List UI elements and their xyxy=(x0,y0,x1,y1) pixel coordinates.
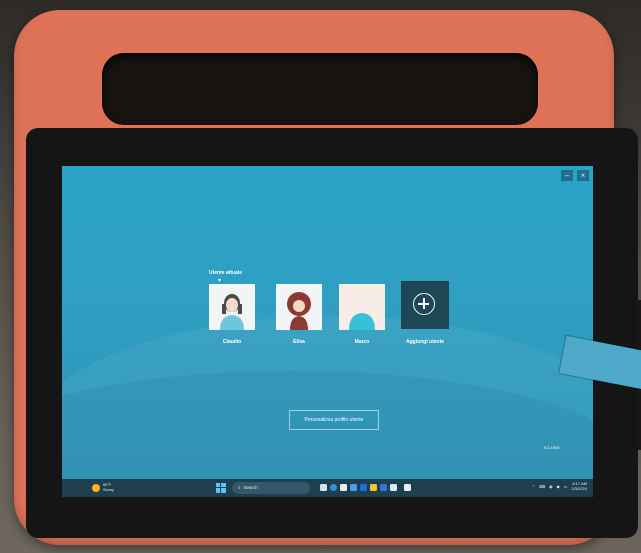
clock-date: 2/3/2024 xyxy=(571,486,587,491)
add-user-button[interactable] xyxy=(401,281,449,329)
weather-widget[interactable]: 60°F Sunny xyxy=(92,483,114,492)
task-view-icon[interactable] xyxy=(320,484,327,491)
store-icon[interactable] xyxy=(360,484,367,491)
customize-profile-button[interactable]: Personalizza profilo utente xyxy=(289,410,379,430)
chevron-up-icon[interactable]: ⌃ xyxy=(532,484,535,489)
user-name-elisa: Elisa xyxy=(293,339,305,345)
close-button[interactable]: × xyxy=(577,170,589,181)
taskbar: 60°F Sunny ⌕ Search ⌃ ⌨ ◉ ◆ ▭ 8:17 AM 2/… xyxy=(62,479,593,497)
version-label: 9.2.1906 xyxy=(544,445,560,450)
edge-icon[interactable] xyxy=(330,484,337,491)
wifi-icon[interactable]: ◉ xyxy=(549,484,553,489)
taskbar-search[interactable]: ⌕ Search xyxy=(232,482,310,494)
chevron-down-icon: ▾ xyxy=(218,278,222,284)
windows-start-icon[interactable] xyxy=(216,483,226,493)
sun-icon xyxy=(92,483,100,492)
search-placeholder: Search xyxy=(243,485,258,490)
person-avatar-icon xyxy=(339,284,385,330)
window-controls: – × xyxy=(561,170,589,181)
keyboard-icon[interactable]: ⌨ xyxy=(539,484,545,489)
mail-icon[interactable] xyxy=(380,484,387,491)
woman-avatar-icon xyxy=(276,284,322,330)
user-name-marco: Marco xyxy=(354,339,370,345)
settings-icon[interactable] xyxy=(390,484,397,491)
clock[interactable]: 8:17 AM 2/3/2024 xyxy=(571,481,587,491)
folder-icon[interactable] xyxy=(370,484,377,491)
tablet-screen: – × Utente attuale ▾ Claudio Elisa Marco… xyxy=(62,166,593,497)
chrome-icon[interactable] xyxy=(350,484,357,491)
minimize-button[interactable]: – xyxy=(561,170,573,181)
current-user-label: Utente attuale xyxy=(209,270,243,276)
battery-icon[interactable]: ▭ xyxy=(564,484,568,489)
volume-icon[interactable]: ◆ xyxy=(557,484,560,489)
user-tile-claudio[interactable] xyxy=(209,284,255,330)
weather-condition: Sunny xyxy=(103,487,114,492)
plus-icon xyxy=(413,293,435,315)
system-tray: ⌃ ⌨ ◉ ◆ ▭ 8:17 AM 2/3/2024 xyxy=(532,481,587,491)
add-user-label: Aggiungi utente xyxy=(405,339,445,345)
user-name-claudio: Claudio xyxy=(222,339,242,345)
user-tile-elisa[interactable] xyxy=(276,284,322,330)
photos-icon[interactable] xyxy=(404,484,411,491)
case-handle-slot xyxy=(102,53,538,125)
search-icon: ⌕ xyxy=(238,485,241,490)
user-tile-marco[interactable] xyxy=(339,284,385,330)
man-avatar-icon xyxy=(209,284,255,330)
app-icon[interactable] xyxy=(340,484,347,491)
